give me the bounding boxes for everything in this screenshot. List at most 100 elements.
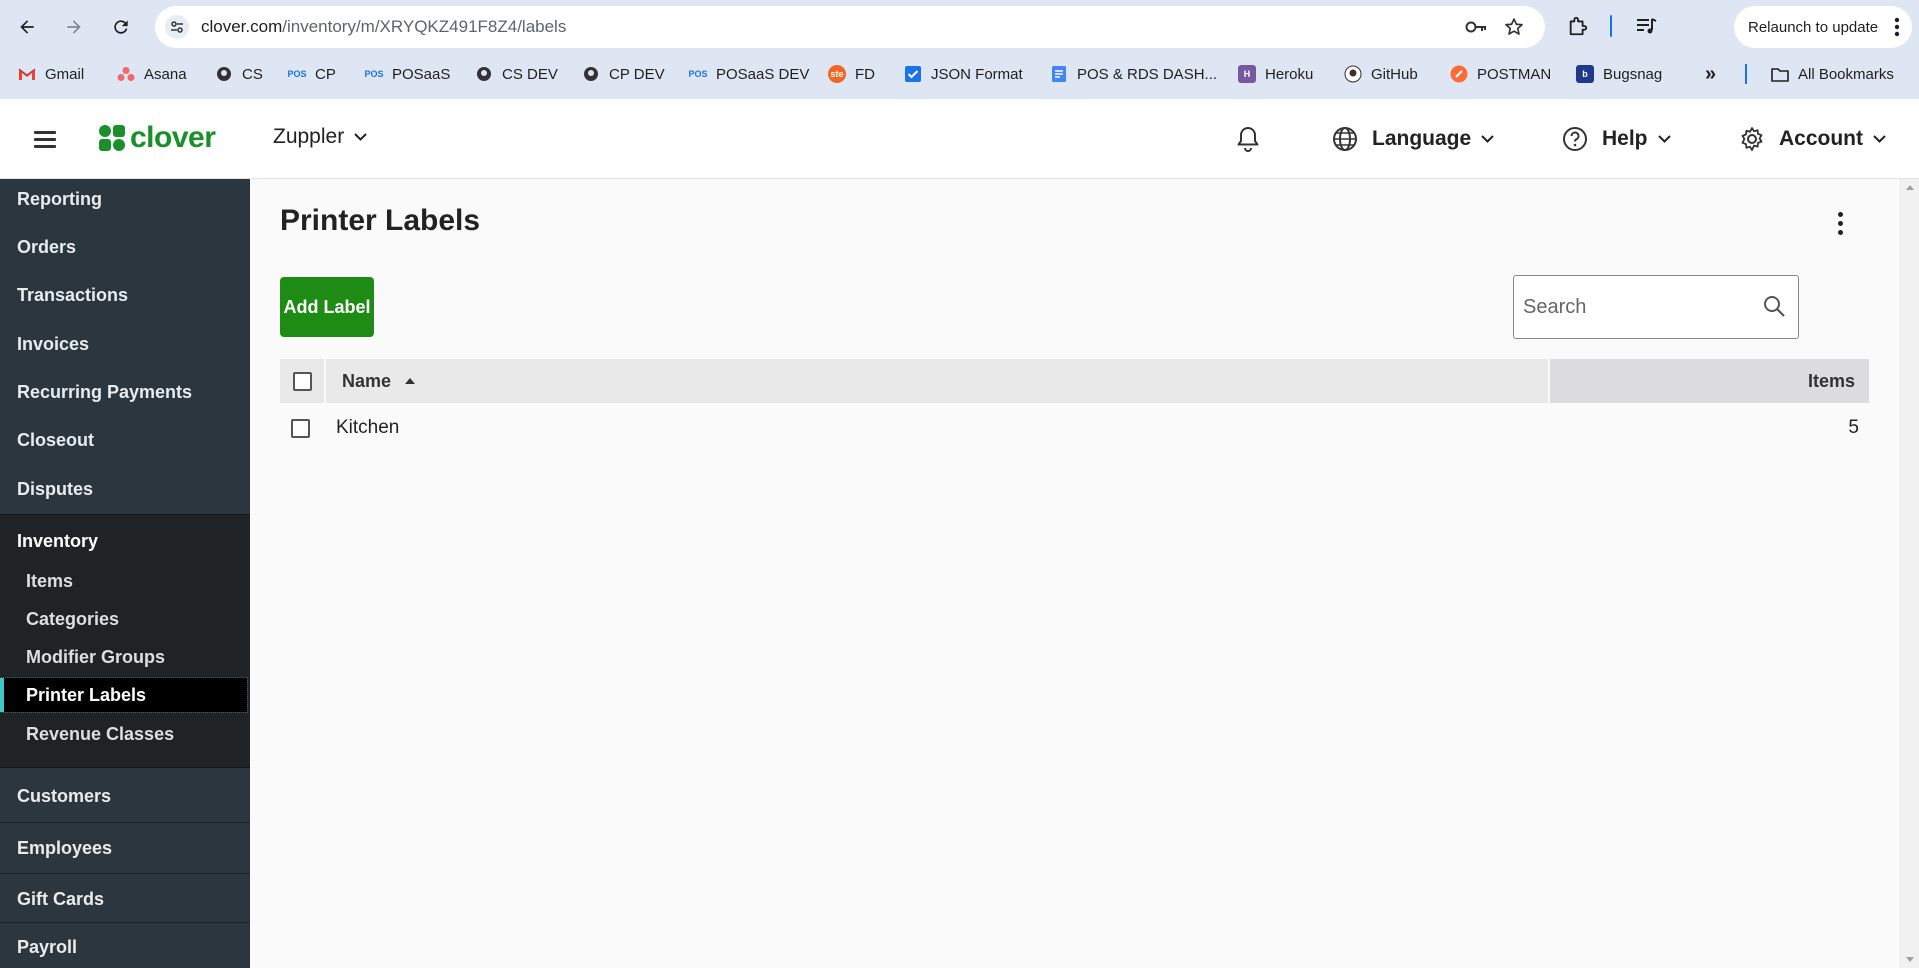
bookmark-gmail[interactable]: Gmail (18, 60, 84, 88)
sidebar-item-disputes[interactable]: Disputes (0, 469, 250, 509)
sidebar-item-payroll[interactable]: Payroll (0, 926, 250, 968)
bookmark-fd[interactable]: ste FD (828, 60, 875, 88)
bookmark-cp[interactable]: POS CP (288, 60, 336, 88)
select-all-checkbox[interactable] (292, 371, 312, 391)
extensions-icon[interactable] (1566, 14, 1590, 38)
sidebar-item-invoices[interactable]: Invoices (0, 324, 250, 364)
bookmark-bugsnag[interactable]: b Bugsnag (1576, 60, 1662, 88)
sidebar-nav: Reporting Orders Transactions Invoices R… (0, 179, 250, 968)
bookmark-cs-dev[interactable]: CS DEV (475, 60, 558, 88)
bookmarks-bar: Gmail Asana CS POS CP POS POSaaS CS DEV … (0, 60, 1919, 88)
address-bar[interactable]: clover.com/inventory/m/XRYQKZ491F8Z4/lab… (155, 6, 1545, 48)
sidebar-item-recurring-payments[interactable]: Recurring Payments (0, 372, 250, 412)
sidebar-item-reporting[interactable]: Reporting (0, 179, 250, 219)
pos-icon: POS (688, 69, 708, 79)
bookmark-posaas-dev[interactable]: POS POSaaS DEV (688, 60, 810, 88)
bookmark-asana[interactable]: Asana (117, 60, 187, 88)
all-bookmarks-label: All Bookmarks (1798, 65, 1894, 83)
browser-toolbar: clover.com/inventory/m/XRYQKZ491F8Z4/lab… (0, 0, 1919, 54)
sidebar-subitem-revenue-classes[interactable]: Revenue Classes (0, 717, 250, 751)
sidebar-item-gift-cards[interactable]: Gift Cards (0, 878, 250, 920)
bookmark-label: Gmail (45, 65, 85, 83)
bookmark-cs[interactable]: CS (215, 60, 263, 88)
sidebar-item-customers[interactable]: Customers (0, 775, 250, 817)
bookmark-label: FD (855, 65, 875, 83)
bookmark-label: CS DEV (502, 65, 558, 83)
row-select-cell (280, 403, 320, 453)
heroku-icon: H (1238, 65, 1256, 83)
column-header-items[interactable]: Items (1548, 359, 1869, 403)
media-queue-icon[interactable] (1634, 14, 1658, 38)
site-info-icon[interactable] (165, 15, 189, 39)
star-icon[interactable] (1503, 16, 1525, 38)
language-menu[interactable]: Language (1332, 123, 1494, 155)
sidebar-item-employees[interactable]: Employees (0, 827, 250, 869)
sidebar-subitem-categories[interactable]: Categories (0, 602, 250, 636)
scroll-up-arrow-icon[interactable] (1906, 185, 1914, 190)
checkbox-icon (904, 65, 922, 83)
url-host: clover.com (201, 17, 283, 36)
bookmark-json-format[interactable]: JSON Format (904, 60, 1023, 88)
column-header-label: Items (1807, 370, 1855, 391)
browser-chrome: clover.com/inventory/m/XRYQKZ491F8Z4/lab… (0, 0, 1919, 99)
sidebar-subitem-modifier-groups[interactable]: Modifier Groups (0, 640, 250, 674)
bookmark-pos-rds-dash[interactable]: POS & RDS DASH... (1050, 60, 1217, 88)
bookmark-label: CS (242, 65, 263, 83)
more-bookmarks-button[interactable]: » (1705, 60, 1716, 88)
search-field[interactable] (1513, 275, 1799, 339)
folder-icon (1771, 65, 1789, 83)
language-label: Language (1372, 127, 1472, 150)
notifications-button[interactable] (1236, 123, 1260, 155)
sort-ascending-icon (405, 378, 416, 384)
bookmark-label: GitHub (1371, 65, 1418, 83)
bookmark-cp-dev[interactable]: CP DEV (582, 60, 665, 88)
column-header-name[interactable]: Name (324, 359, 1548, 403)
bookmark-label: JSON Format (931, 65, 1023, 83)
bookmark-label: Asana (144, 65, 187, 83)
page-title: Printer Labels (280, 204, 481, 237)
bookmark-postman[interactable]: POSTMAN (1450, 60, 1551, 88)
page-scrollbar[interactable] (1900, 179, 1919, 968)
more-bookmarks-label: » (1705, 62, 1717, 85)
chrome-menu-icon (1894, 17, 1900, 37)
account-menu[interactable]: Account (1739, 123, 1886, 155)
sidebar-subitem-printer-labels[interactable]: Printer Labels (0, 677, 248, 713)
chevron-down-icon (1481, 135, 1494, 143)
bookmark-posaas[interactable]: POS POSaaS (365, 60, 451, 88)
relaunch-label: Relaunch to update (1748, 18, 1879, 36)
help-menu[interactable]: Help (1562, 123, 1671, 155)
pos-icon: POS (287, 69, 307, 79)
bookmark-heroku[interactable]: H Heroku (1238, 60, 1313, 88)
back-button[interactable] (10, 10, 44, 44)
sidebar-item-inventory[interactable]: Inventory (0, 521, 250, 561)
all-bookmarks-button[interactable]: All Bookmarks (1771, 60, 1894, 88)
bookmark-label: POSTMAN (1477, 65, 1552, 83)
bookmark-label: CP DEV (609, 65, 665, 83)
row-checkbox[interactable] (290, 418, 310, 438)
url-text[interactable]: clover.com/inventory/m/XRYQKZ491F8Z4/lab… (201, 6, 566, 48)
more-options-icon[interactable] (1830, 209, 1850, 237)
clover-logo[interactable]: clover (98, 121, 216, 155)
sidebar-item-orders[interactable]: Orders (0, 227, 250, 267)
relaunch-to-update-button[interactable]: Relaunch to update (1734, 6, 1912, 48)
bookmark-label: CP (315, 65, 336, 83)
sidebar-item-closeout[interactable]: Closeout (0, 420, 250, 460)
bookmark-label: Bugsnag (1603, 65, 1663, 83)
arrow-left-icon (20, 20, 34, 34)
cell-label-name[interactable]: Kitchen (336, 403, 399, 453)
sidebar-item-transactions[interactable]: Transactions (0, 275, 250, 315)
forward-button[interactable] (57, 10, 91, 44)
search-icon[interactable] (1762, 294, 1786, 318)
search-input[interactable] (1523, 276, 1753, 338)
fd-icon: ste (828, 65, 846, 83)
menu-toggle-icon[interactable] (32, 125, 60, 153)
reload-button[interactable] (104, 10, 138, 44)
sidebar-subitem-items[interactable]: Items (0, 564, 250, 598)
table-row[interactable]: Kitchen 5 (280, 403, 1869, 453)
add-label-button[interactable]: Add Label (280, 277, 374, 337)
clover-leaf-icon (99, 125, 125, 151)
bookmark-github[interactable]: GitHub (1344, 60, 1418, 88)
scroll-down-arrow-icon[interactable] (1906, 957, 1914, 962)
merchant-selector[interactable]: Zuppler (273, 125, 367, 149)
key-icon[interactable] (1465, 16, 1487, 38)
